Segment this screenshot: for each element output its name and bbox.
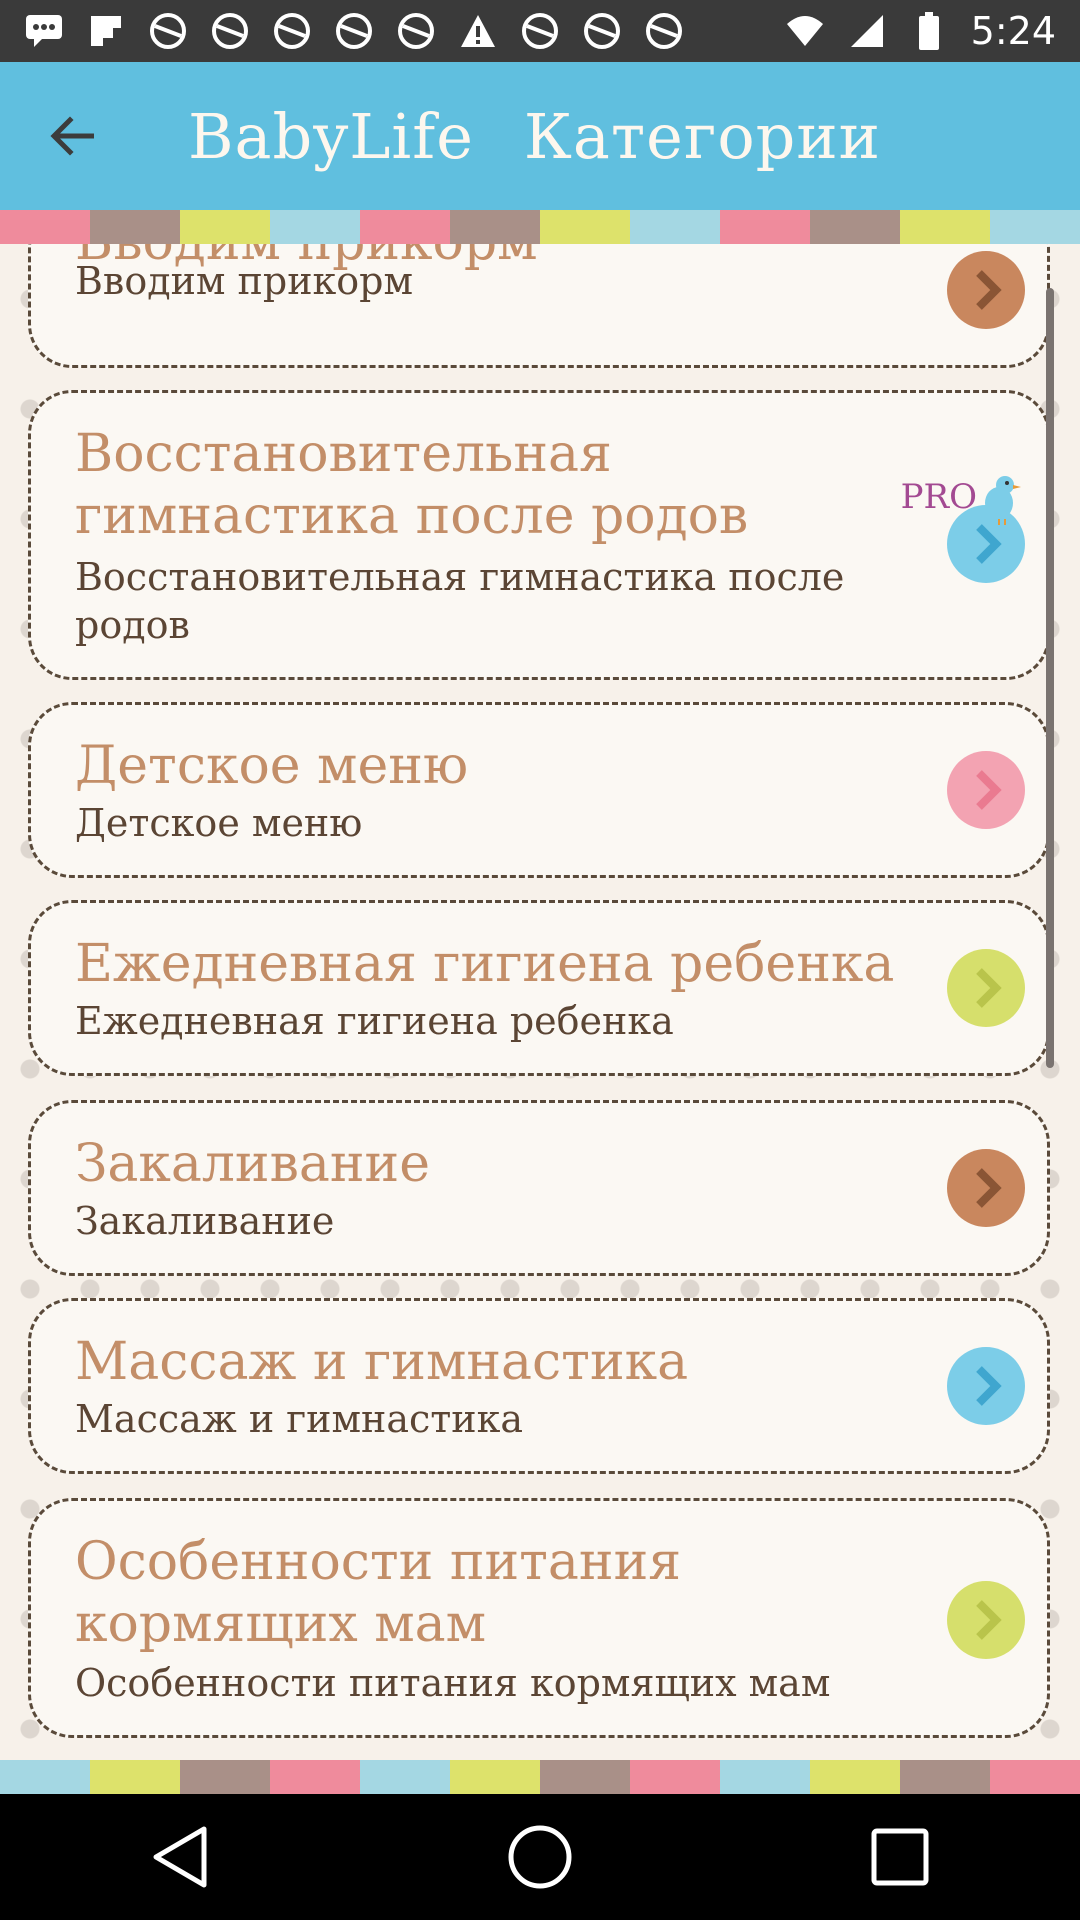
stripe-segment [540, 210, 630, 244]
soccer-icon [520, 11, 560, 51]
stripe-segment [720, 1760, 810, 1794]
stripe-segment [180, 1760, 270, 1794]
circle-home-icon [508, 1825, 572, 1889]
app-bar: BabyLife Категории [0, 62, 1080, 210]
category-subtitle: Восстановительная гимнастика после родов [75, 555, 845, 647]
soccer-icon [396, 11, 436, 51]
stripe-segment [0, 1760, 90, 1794]
stripe-segment [630, 1760, 720, 1794]
status-bar: 5:24 [0, 0, 1080, 62]
category-title: Ежедневная гигиена ребенка [75, 934, 895, 994]
wifi-icon [785, 11, 825, 51]
navigation-bar [0, 1794, 1080, 1920]
category-list[interactable]: Вводим прикорм Вводим прикорм Восстанови… [0, 244, 1080, 1760]
stripe-segment [540, 1760, 630, 1794]
pro-label: PRO [900, 477, 977, 517]
clock: 5:24 [970, 9, 1056, 53]
triangle-back-icon [153, 1826, 207, 1888]
category-item[interactable]: Особенности питания кормящих мам Особенн… [28, 1498, 1050, 1738]
chevron-right-icon [947, 751, 1025, 829]
nav-home-button[interactable] [500, 1817, 580, 1897]
stripe-segment [810, 1760, 900, 1794]
stripe-segment [810, 210, 900, 244]
category-title: Закаливание [75, 1134, 430, 1194]
page-title: Категории [523, 99, 881, 173]
soccer-icon [334, 11, 374, 51]
category-open-button[interactable] [947, 251, 1025, 329]
category-item[interactable]: Восстановительная гимнастика после родов… [28, 390, 1050, 680]
stripe-segment [90, 1760, 180, 1794]
category-title: Восстановительная гимнастика после родов [75, 424, 749, 546]
stripe-segment [450, 210, 540, 244]
category-item[interactable]: Массаж и гимнастика Массаж и гимнастика [28, 1298, 1050, 1474]
stripe-segment [180, 210, 270, 244]
category-subtitle: Детское меню [75, 801, 363, 845]
flipboard-icon [86, 11, 126, 51]
stripe-segment [630, 210, 720, 244]
category-open-button[interactable] [947, 949, 1025, 1027]
chevron-right-icon [947, 1581, 1025, 1659]
stripe-segment [900, 210, 990, 244]
stripe-segment [360, 1760, 450, 1794]
stripe-segment [720, 210, 810, 244]
arrow-left-icon [50, 116, 94, 156]
message-icon [24, 11, 64, 51]
category-open-button[interactable] [947, 1347, 1025, 1425]
stripe-segment [270, 1760, 360, 1794]
square-recents-icon [871, 1828, 929, 1886]
soccer-icon [148, 11, 188, 51]
chevron-right-icon [947, 949, 1025, 1027]
stripe-segment [990, 210, 1080, 244]
stripe-segment [990, 1760, 1080, 1794]
category-subtitle: Закаливание [75, 1199, 335, 1243]
signal-icon [847, 11, 887, 51]
bird-icon [985, 476, 1021, 525]
stripe-segment [0, 210, 90, 244]
stripe-segment [450, 1760, 540, 1794]
chevron-right-icon [947, 1347, 1025, 1425]
category-title: Детское меню [75, 736, 469, 796]
category-subtitle: Ежедневная гигиена ребенка [75, 999, 674, 1043]
pro-badge: PRO [901, 469, 1023, 525]
category-title: Особенности питания кормящих мам [75, 1532, 682, 1654]
soccer-icon [644, 11, 684, 51]
category-title: Массаж и гимнастика [75, 1332, 689, 1392]
chevron-right-icon [947, 1149, 1025, 1227]
soccer-icon [582, 11, 622, 51]
warning-icon [458, 11, 498, 51]
stripe-segment [90, 210, 180, 244]
category-subtitle: Особенности питания кормящих мам [75, 1661, 831, 1705]
category-subtitle: Массаж и гимнастика [75, 1397, 524, 1441]
category-item[interactable]: Ежедневная гигиена ребенка Ежедневная ги… [28, 900, 1050, 1076]
category-open-button[interactable] [947, 751, 1025, 829]
decorative-stripe-bottom [0, 1760, 1080, 1794]
category-item[interactable]: Закаливание Закаливание [28, 1100, 1050, 1276]
category-open-button[interactable] [947, 1581, 1025, 1659]
back-button[interactable] [36, 100, 108, 172]
category-item[interactable]: Детское меню Детское меню [28, 702, 1050, 878]
soccer-icon [210, 11, 250, 51]
scrollbar[interactable] [1046, 288, 1054, 1068]
nav-recents-button[interactable] [860, 1817, 940, 1897]
notification-icons [0, 11, 684, 51]
stripe-segment [900, 1760, 990, 1794]
chevron-right-icon [947, 251, 1025, 329]
category-item[interactable]: Вводим прикорм Вводим прикорм [28, 244, 1050, 368]
nav-back-button[interactable] [140, 1817, 220, 1897]
decorative-stripe-top [0, 210, 1080, 244]
app-title: BabyLife [188, 99, 474, 173]
category-subtitle: Вводим прикорм [75, 259, 414, 303]
soccer-icon [272, 11, 312, 51]
stripe-segment [360, 210, 450, 244]
battery-icon [909, 11, 949, 51]
category-open-button[interactable] [947, 1149, 1025, 1227]
stripe-segment [270, 210, 360, 244]
